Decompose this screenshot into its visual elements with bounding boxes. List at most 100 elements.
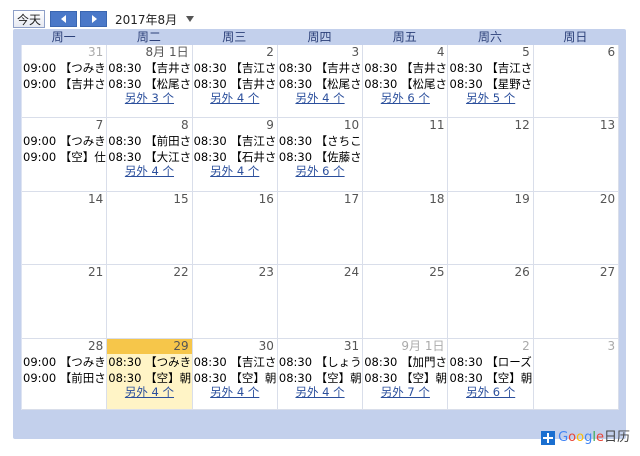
calendar-event[interactable]: 08:30 【松尾さん <box>108 76 191 92</box>
calendar-event[interactable]: 08:30 【つみきん <box>108 354 191 370</box>
calendar-event[interactable]: 08:30 【松尾さん <box>364 76 447 92</box>
calendar-event[interactable]: 08:30 【空】朝 <box>450 370 533 386</box>
day-number[interactable]: 27 <box>600 265 615 280</box>
day-number[interactable]: 3 <box>352 45 360 60</box>
calendar-event[interactable]: 08:30 【松尾さん <box>279 76 362 92</box>
day-cell[interactable]: 908:30 【吉江さん08:30 【石井さん另外 4 个 <box>193 118 278 191</box>
calendar-event[interactable]: 08:30 【吉江さん <box>194 133 277 149</box>
day-cell[interactable]: 808:30 【前田さん08:30 【大江さん另外 4 个 <box>107 118 193 191</box>
day-number[interactable]: 10 <box>344 118 359 133</box>
day-cell[interactable]: 1008:30 【さちこ08:30 【佐藤さん另外 6 个 <box>278 118 364 191</box>
day-number[interactable]: 15 <box>173 192 188 207</box>
calendar-event[interactable]: 08:30 【大江さん <box>108 149 191 165</box>
day-cell[interactable]: 6 <box>534 45 620 117</box>
day-number[interactable]: 5 <box>522 45 530 60</box>
day-number[interactable]: 18 <box>429 192 444 207</box>
calendar-event[interactable]: 09:00 【つみきん <box>23 354 106 370</box>
day-number[interactable]: 24 <box>344 265 359 280</box>
more-events-link[interactable]: 另外 4 个 <box>193 91 277 106</box>
calendar-event[interactable]: 08:30 【吉井さん <box>108 60 191 76</box>
more-events-link[interactable]: 另外 4 个 <box>278 385 362 400</box>
day-number[interactable]: 31 <box>88 45 103 60</box>
day-cell[interactable]: 3008:30 【吉江さん08:30 【空】朝另外 4 个 <box>193 339 278 409</box>
day-number[interactable]: 30 <box>259 339 274 354</box>
more-events-link[interactable]: 另外 4 个 <box>107 385 191 400</box>
prev-month-button[interactable] <box>50 11 78 27</box>
more-events-link[interactable]: 另外 4 个 <box>278 91 362 106</box>
day-number[interactable]: 19 <box>515 192 530 207</box>
day-cell[interactable]: 27 <box>534 265 620 338</box>
calendar-event[interactable]: 08:30 【空】朝 <box>194 370 277 386</box>
day-cell[interactable]: 25 <box>363 265 449 338</box>
day-cell[interactable]: 31 08:30 【しょう 08:30 【空】朝 另外 4 个 <box>278 339 364 409</box>
calendar-event[interactable]: 09:00 【つみきん <box>23 60 106 76</box>
day-number[interactable]: 21 <box>88 265 103 280</box>
day-cell[interactable]: 14 <box>22 192 108 264</box>
day-number[interactable]: 3 <box>607 339 615 354</box>
day-number[interactable]: 11 <box>429 118 444 133</box>
day-cell[interactable]: 15 <box>107 192 193 264</box>
today-button[interactable]: 今天 <box>13 10 46 28</box>
calendar-event[interactable]: 08:30 【吉井さん <box>279 60 362 76</box>
day-cell[interactable]: 17 <box>278 192 364 264</box>
next-month-button[interactable] <box>80 11 108 27</box>
calendar-event[interactable]: 08:30 【星野さん <box>450 76 533 92</box>
calendar-event[interactable]: 09:00 【吉井さん <box>23 76 106 92</box>
day-number[interactable]: 2 <box>522 339 530 354</box>
calendar-event[interactable]: 09:00 【空】仕 <box>23 149 106 165</box>
day-cell[interactable]: 23 <box>193 265 278 338</box>
calendar-event[interactable]: 08:30 【加門さん <box>364 354 447 370</box>
day-cell[interactable]: 2 08:30 【ローズ 08:30 【空】朝 另外 6 个 <box>449 339 534 409</box>
day-cell[interactable]: 11 <box>363 118 449 191</box>
day-cell[interactable]: 3109:00 【つみきん09:00 【吉井さん <box>22 45 108 117</box>
calendar-event[interactable]: 08:30 【空】朝 <box>364 370 447 386</box>
calendar-event[interactable]: 08:30 【吉井さん <box>364 60 447 76</box>
calendar-event[interactable]: 08:30 【ローズ <box>450 354 533 370</box>
calendar-event[interactable]: 08:30 【前田さん <box>108 133 191 149</box>
more-events-link[interactable]: 另外 4 个 <box>107 164 191 179</box>
more-events-link[interactable]: 另外 6 个 <box>278 164 362 179</box>
day-number[interactable]: 25 <box>429 265 444 280</box>
day-number[interactable]: 31 <box>344 339 359 354</box>
day-number[interactable]: 13 <box>600 118 615 133</box>
calendar-event[interactable]: 08:30 【吉江さん <box>194 354 277 370</box>
calendar-event[interactable]: 08:30 【さちこ <box>279 133 362 149</box>
calendar-event[interactable]: 08:30 【しょう <box>279 354 362 370</box>
calendar-event[interactable]: 08:30 【空】朝 <box>279 370 362 386</box>
day-number[interactable]: 8月 1日 <box>146 45 189 60</box>
day-cell[interactable]: 2809:00 【つみきん09:00 【前田さん <box>22 339 108 409</box>
more-events-link[interactable]: 另外 6 个 <box>449 385 533 400</box>
day-cell[interactable]: 13 <box>534 118 620 191</box>
day-cell[interactable]: 20 <box>534 192 620 264</box>
day-cell[interactable]: 24 <box>278 265 364 338</box>
day-cell[interactable]: 9月 1日08:30 【加門さん08:30 【空】朝另外 7 个 <box>363 339 449 409</box>
more-events-link[interactable]: 另外 6 个 <box>363 91 447 106</box>
more-events-link[interactable]: 另外 3 个 <box>107 91 191 106</box>
day-number[interactable]: 6 <box>607 45 615 60</box>
calendar-event[interactable]: 08:30 【吉井さん <box>194 76 277 92</box>
day-cell[interactable]: 208:30 【吉江さん08:30 【吉井さん另外 4 个 <box>193 45 278 117</box>
day-number[interactable]: 14 <box>88 192 103 207</box>
day-cell[interactable]: 26 <box>449 265 534 338</box>
more-events-link[interactable]: 另外 4 个 <box>193 164 277 179</box>
day-cell[interactable]: 3 <box>534 339 620 409</box>
day-cell[interactable]: 408:30 【吉井さん08:30 【松尾さん另外 6 个 <box>363 45 449 117</box>
day-number[interactable]: 8 <box>181 118 189 133</box>
day-number[interactable]: 23 <box>259 265 274 280</box>
day-cell-today[interactable]: 2908:30 【つみきん08:30 【空】朝另外 4 个 <box>107 339 193 409</box>
day-number[interactable]: 2 <box>266 45 274 60</box>
day-number[interactable]: 26 <box>515 265 530 280</box>
more-events-link[interactable]: 另外 7 个 <box>363 385 447 400</box>
day-number[interactable]: 7 <box>96 118 104 133</box>
month-dropdown-button[interactable] <box>185 15 195 23</box>
day-cell[interactable]: 308:30 【吉井さん08:30 【松尾さん另外 4 个 <box>278 45 364 117</box>
day-cell[interactable]: 709:00 【つみきん09:00 【空】仕 <box>22 118 108 191</box>
calendar-event[interactable]: 09:00 【前田さん <box>23 370 106 386</box>
day-cell[interactable]: 21 <box>22 265 108 338</box>
calendar-event[interactable]: 09:00 【つみきん <box>23 133 106 149</box>
day-number[interactable]: 4 <box>437 45 445 60</box>
calendar-event[interactable]: 08:30 【吉江さん <box>194 60 277 76</box>
calendar-event[interactable]: 08:30 【吉江さん <box>450 60 533 76</box>
more-events-link[interactable]: 另外 5 个 <box>449 91 533 106</box>
day-cell[interactable]: 12 <box>449 118 534 191</box>
